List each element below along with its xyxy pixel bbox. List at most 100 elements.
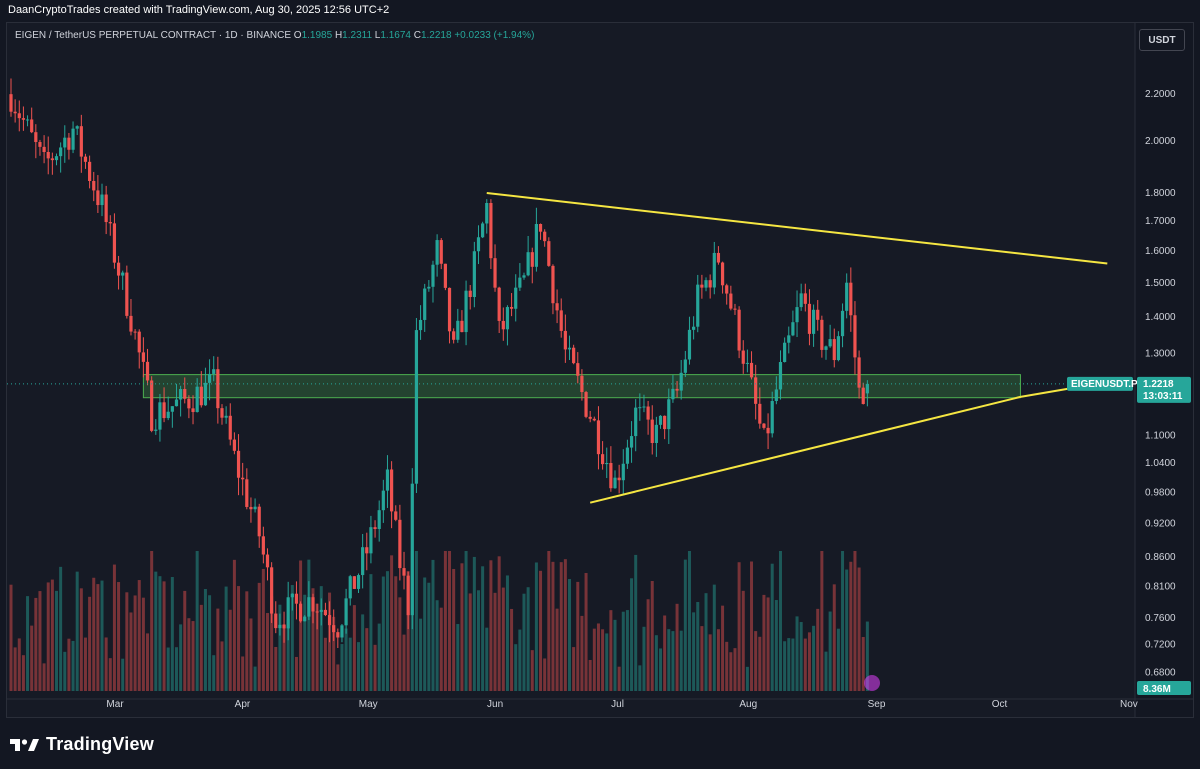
candle-body	[257, 506, 261, 537]
volume-bar	[543, 658, 547, 691]
volume-bar	[489, 560, 493, 691]
candle-body	[509, 307, 514, 309]
candle-body	[605, 462, 609, 465]
x-tick-label: Nov	[1120, 699, 1138, 710]
volume-bar	[50, 579, 54, 691]
volume-bar	[183, 590, 187, 691]
candle-body	[145, 361, 150, 381]
y-tick-label: 1.7000	[1145, 216, 1176, 227]
volume-bar	[816, 608, 820, 691]
candle-body	[514, 287, 518, 309]
candle-body	[121, 272, 125, 276]
candle-body	[576, 363, 580, 376]
candle-body	[588, 416, 592, 419]
candle-body	[249, 506, 253, 510]
volume-bar	[13, 647, 17, 691]
symbol-legend[interactable]: EIGEN / TetherUS PERPETUAL CONTRACT · 1D…	[15, 30, 534, 41]
candle-body	[534, 223, 539, 267]
candle-body	[377, 510, 381, 529]
volume-bar	[617, 666, 621, 691]
volume-bar	[659, 648, 663, 691]
volume-bar	[766, 597, 770, 691]
candle-body	[840, 310, 845, 337]
candle-body	[671, 388, 675, 400]
y-tick-label: 0.8600	[1145, 552, 1176, 563]
candle-body	[59, 147, 63, 157]
brand[interactable]: TradingView	[10, 734, 154, 755]
volume-bar	[274, 646, 278, 691]
candle-body	[183, 389, 187, 399]
volume-bar	[431, 559, 435, 691]
candle-body	[245, 479, 249, 507]
candle-body	[42, 146, 46, 153]
candle-body	[692, 326, 696, 330]
volume-bar	[26, 596, 30, 691]
chart-panel[interactable]: 2.2000 2.0000 1.8000 1.7000 1.6000 1.5000 1.40…	[6, 22, 1194, 718]
currency-button[interactable]: USDT	[1139, 29, 1185, 51]
candle-body	[547, 241, 551, 266]
volume-bar	[336, 664, 340, 691]
volume-bar	[501, 587, 505, 691]
candle-body	[745, 362, 749, 364]
candle-body	[816, 309, 820, 320]
volume-bar	[841, 551, 845, 691]
candle-body	[319, 609, 323, 612]
volume-bar	[555, 608, 559, 691]
candle-body	[54, 156, 59, 161]
candle-body	[596, 420, 601, 455]
volume-bar	[725, 641, 729, 691]
candle-body	[493, 258, 497, 288]
volume-bar	[609, 610, 613, 691]
volume-bar	[634, 554, 638, 691]
volume-bar	[348, 637, 352, 691]
candle-body	[551, 265, 555, 304]
price-tag-value: 1.2218	[1143, 379, 1174, 390]
close-label: C	[413, 30, 421, 41]
candle-body	[418, 319, 423, 331]
volume-bar	[448, 551, 452, 691]
change-value: +0.0233 (+1.94%)	[454, 30, 535, 41]
candle-body	[13, 111, 17, 114]
y-tick-label: 1.0400	[1145, 458, 1176, 469]
volume-bar	[584, 573, 588, 691]
candle-body	[179, 389, 183, 400]
volume-bar	[642, 626, 646, 691]
candle-body	[824, 346, 828, 350]
volume-bar	[191, 621, 195, 691]
replay-icon[interactable]	[864, 675, 880, 691]
volume-bar	[671, 631, 675, 691]
candle-body	[129, 315, 133, 332]
tradingview-logo-icon	[10, 738, 39, 751]
volume-bar	[174, 647, 178, 691]
volume-bar	[203, 589, 207, 691]
volume-bar	[414, 551, 418, 691]
candle-body	[348, 576, 352, 599]
x-tick-label: May	[359, 699, 378, 710]
volume-bar	[592, 628, 596, 691]
candle-body	[476, 237, 481, 252]
volume-bar	[435, 600, 439, 691]
candle-body	[584, 392, 588, 417]
volume-bar	[667, 629, 671, 691]
volume-bar	[845, 569, 849, 691]
candle-body	[634, 407, 638, 437]
volume-bar	[547, 551, 551, 691]
candle-body	[327, 615, 332, 626]
volume-bar	[460, 563, 464, 691]
volume-bar	[38, 591, 42, 691]
volume-bar	[791, 638, 795, 691]
candle-body	[700, 284, 704, 288]
candle-body	[708, 280, 712, 288]
candle-body	[865, 383, 869, 394]
candle-body	[687, 329, 692, 360]
volume-bar	[716, 629, 720, 691]
price-chart[interactable]: 2.2000 2.0000 1.8000 1.7000 1.6000 1.5000 1.40…	[7, 23, 1193, 717]
candle-body	[452, 331, 456, 340]
volume-bar	[30, 625, 34, 691]
candle-body	[336, 632, 340, 638]
candle-body	[290, 593, 294, 598]
volume-bar	[361, 614, 365, 691]
candle-body	[783, 342, 787, 363]
volume-bar	[67, 638, 71, 691]
volume-bar	[344, 628, 348, 691]
